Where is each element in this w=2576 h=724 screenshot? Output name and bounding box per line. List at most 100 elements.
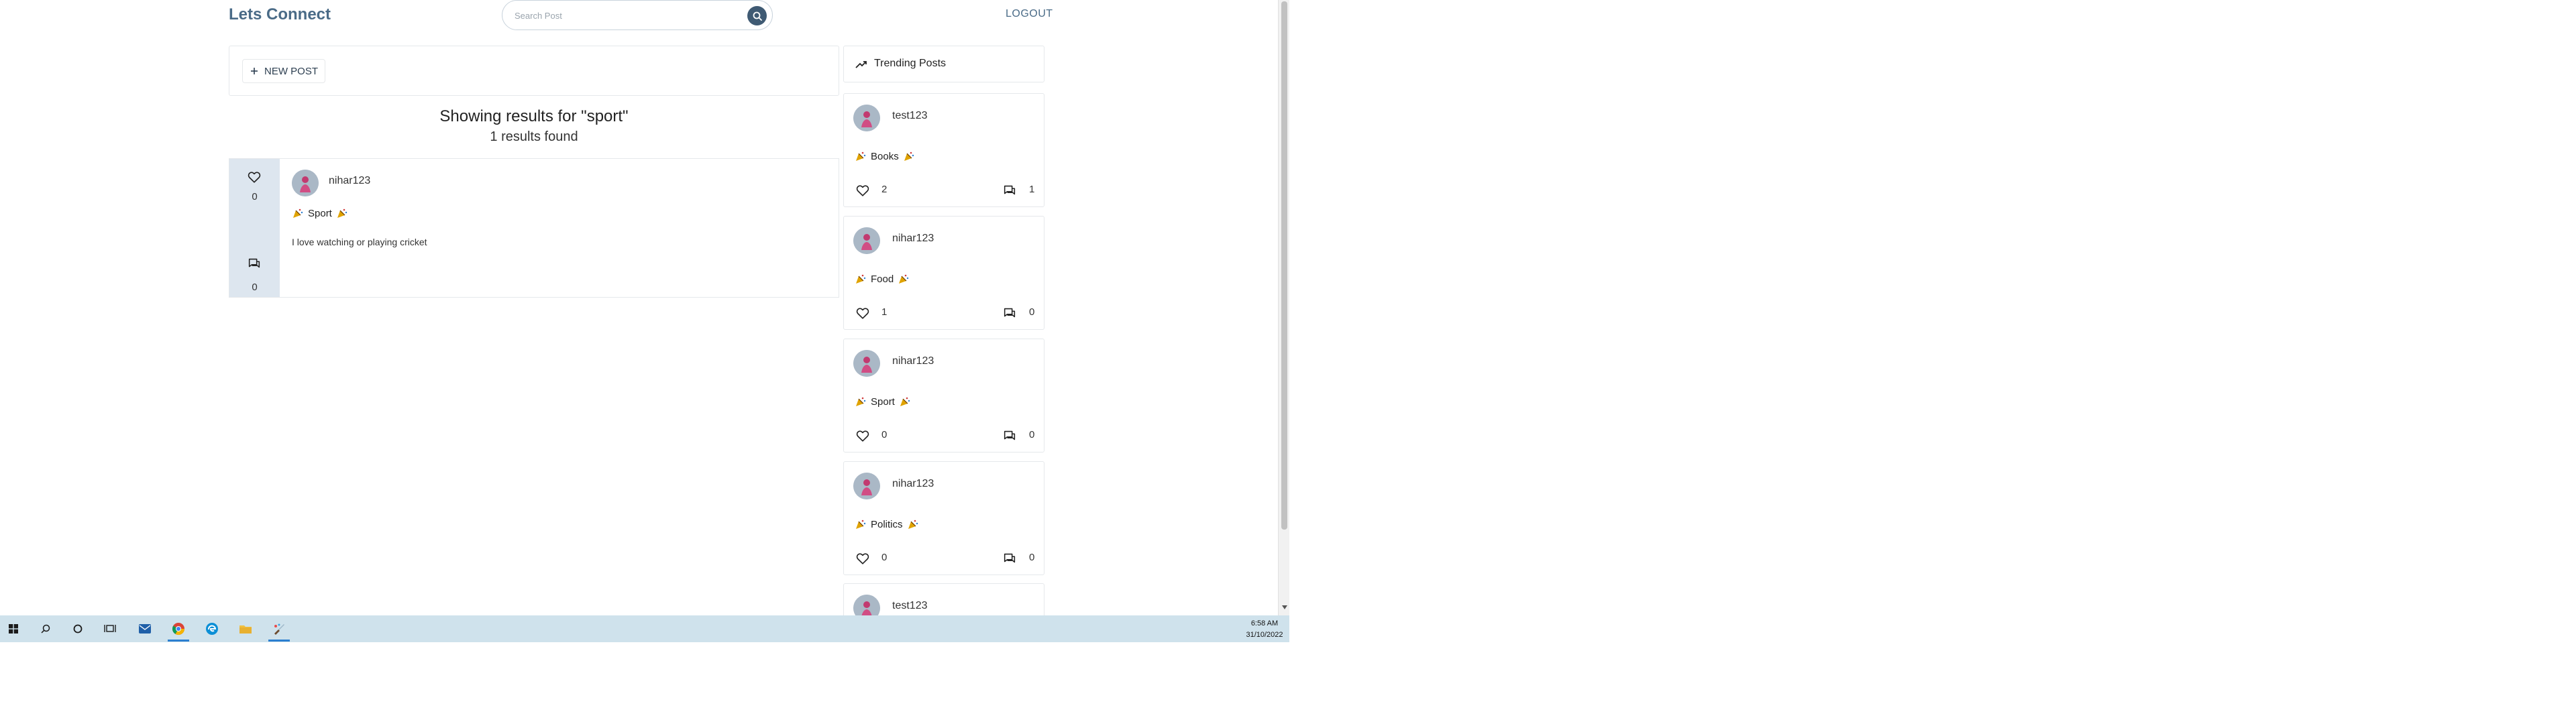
trending-username[interactable]: nihar123 <box>892 355 934 367</box>
taskbar-mail[interactable] <box>131 618 158 640</box>
trending-username[interactable]: nihar123 <box>892 233 934 245</box>
trending-tag-label: Food <box>871 273 894 285</box>
trending-comment-count: 0 <box>1029 306 1035 318</box>
comment-icon[interactable] <box>1002 183 1017 198</box>
scroll-down-arrow-icon[interactable] <box>1282 605 1287 609</box>
taskbar-file-explorer[interactable] <box>232 618 259 640</box>
trending-post-card[interactable]: test123 <box>843 583 1044 615</box>
user-avatar-icon <box>292 170 319 196</box>
taskbar-paint[interactable] <box>266 618 292 642</box>
trending-tag-label: Books <box>871 150 899 162</box>
trending-tag: Books <box>855 150 915 162</box>
taskbar: 6:58 AM 31/10/2022 <box>0 615 1289 642</box>
search-icon <box>41 624 50 634</box>
party-popper-icon <box>337 208 347 218</box>
comment-icon[interactable] <box>1002 306 1017 320</box>
new-post-button[interactable]: NEW POST <box>242 59 326 83</box>
trending-tag-label: Politics <box>871 518 903 530</box>
page-scrollbar[interactable] <box>1278 0 1289 615</box>
like-heart-icon[interactable] <box>855 428 870 443</box>
party-popper-icon <box>293 208 303 218</box>
brand-logo[interactable]: Lets Connect <box>229 5 331 24</box>
comment-icon[interactable] <box>247 256 262 271</box>
like-heart-icon[interactable] <box>855 183 870 198</box>
post-actions-sidebar: 0 0 <box>229 159 280 297</box>
search-button[interactable] <box>747 6 767 25</box>
task-view-icon <box>104 625 116 632</box>
trending-tag: Politics <box>855 518 919 530</box>
chrome-icon <box>172 623 184 636</box>
windows-start-button[interactable] <box>0 618 27 640</box>
trending-like-count: 1 <box>881 306 888 318</box>
trending-title: Trending Posts <box>874 58 947 69</box>
post-tag-label: Sport <box>308 207 332 219</box>
new-post-card: NEW POST <box>229 46 839 96</box>
system-clock[interactable]: 6:58 AM 31/10/2022 <box>1241 618 1288 641</box>
trending-like-count: 0 <box>881 429 888 440</box>
party-popper-icon <box>908 520 918 529</box>
logout-button[interactable]: LOGOUT <box>1006 8 1053 20</box>
avatar[interactable] <box>853 227 880 254</box>
trending-like-count: 2 <box>881 184 888 195</box>
party-popper-icon <box>899 274 909 284</box>
avatar[interactable] <box>853 595 880 615</box>
taskbar-edge[interactable] <box>199 618 225 640</box>
trending-tag-label: Sport <box>871 396 895 408</box>
trending-header: Trending Posts <box>843 46 1044 82</box>
trending-comment-count: 0 <box>1029 429 1035 440</box>
user-avatar-icon <box>853 595 880 615</box>
search-input[interactable] <box>515 7 729 23</box>
post-like-count: 0 <box>252 191 258 202</box>
edge-icon <box>206 623 218 635</box>
trending-username[interactable]: test123 <box>892 110 927 122</box>
taskbar-search-button[interactable] <box>32 618 59 640</box>
page-viewport: Lets Connect LOGOUT NEW POST Showing res… <box>0 0 1278 615</box>
post-comment-count: 0 <box>252 282 258 293</box>
avatar[interactable] <box>853 473 880 499</box>
results-count: 1 results found <box>490 129 578 144</box>
trending-post-card[interactable]: nihar123 Sport 0 0 <box>843 339 1044 452</box>
scrollbar-thumb[interactable] <box>1281 1 1287 530</box>
trending-like-count: 0 <box>881 552 888 563</box>
avatar[interactable] <box>853 350 880 377</box>
like-heart-icon[interactable] <box>855 306 870 320</box>
search-bar <box>502 0 773 30</box>
results-title: Showing results for "sport" <box>439 107 629 125</box>
party-popper-icon <box>904 152 914 161</box>
like-heart-icon[interactable] <box>247 170 262 184</box>
taskbar-chrome[interactable] <box>165 618 192 642</box>
trending-post-card[interactable]: test123 Books 2 1 <box>843 93 1044 207</box>
clock-time: 6:58 AM <box>1250 619 1279 627</box>
cortana-button[interactable] <box>64 618 91 640</box>
trending-tag: Sport <box>855 396 911 408</box>
mail-icon <box>139 624 151 634</box>
post-card: 0 0 nihar123 Sport I love watching or pl… <box>229 158 839 298</box>
trending-comment-count: 1 <box>1029 184 1035 195</box>
post-tag: Sport <box>292 207 348 219</box>
trending-username[interactable]: test123 <box>892 600 927 612</box>
paint-icon <box>274 623 284 635</box>
trending-comment-count: 0 <box>1029 552 1035 563</box>
trending-post-card[interactable]: nihar123 Politics 0 0 <box>843 461 1044 575</box>
new-post-label: NEW POST <box>264 65 319 77</box>
plus-icon <box>251 68 258 74</box>
user-avatar-icon <box>853 350 880 377</box>
party-popper-icon <box>856 152 866 161</box>
trending-up-icon <box>855 61 867 68</box>
post-username[interactable]: nihar123 <box>329 175 370 187</box>
comment-icon[interactable] <box>1002 428 1017 443</box>
party-popper-icon <box>856 520 866 529</box>
comment-icon[interactable] <box>1002 551 1017 566</box>
like-heart-icon[interactable] <box>855 551 870 566</box>
post-body: I love watching or playing cricket <box>292 237 427 247</box>
party-popper-icon <box>856 274 866 284</box>
cortana-icon <box>73 624 83 634</box>
party-popper-icon <box>900 397 910 406</box>
trending-post-card[interactable]: nihar123 Food 1 0 <box>843 216 1044 330</box>
avatar[interactable] <box>292 170 319 196</box>
avatar[interactable] <box>853 105 880 131</box>
task-view-button[interactable] <box>97 618 123 640</box>
clock-date: 31/10/2022 <box>1246 631 1283 639</box>
trending-username[interactable]: nihar123 <box>892 478 934 490</box>
party-popper-icon <box>856 397 866 406</box>
